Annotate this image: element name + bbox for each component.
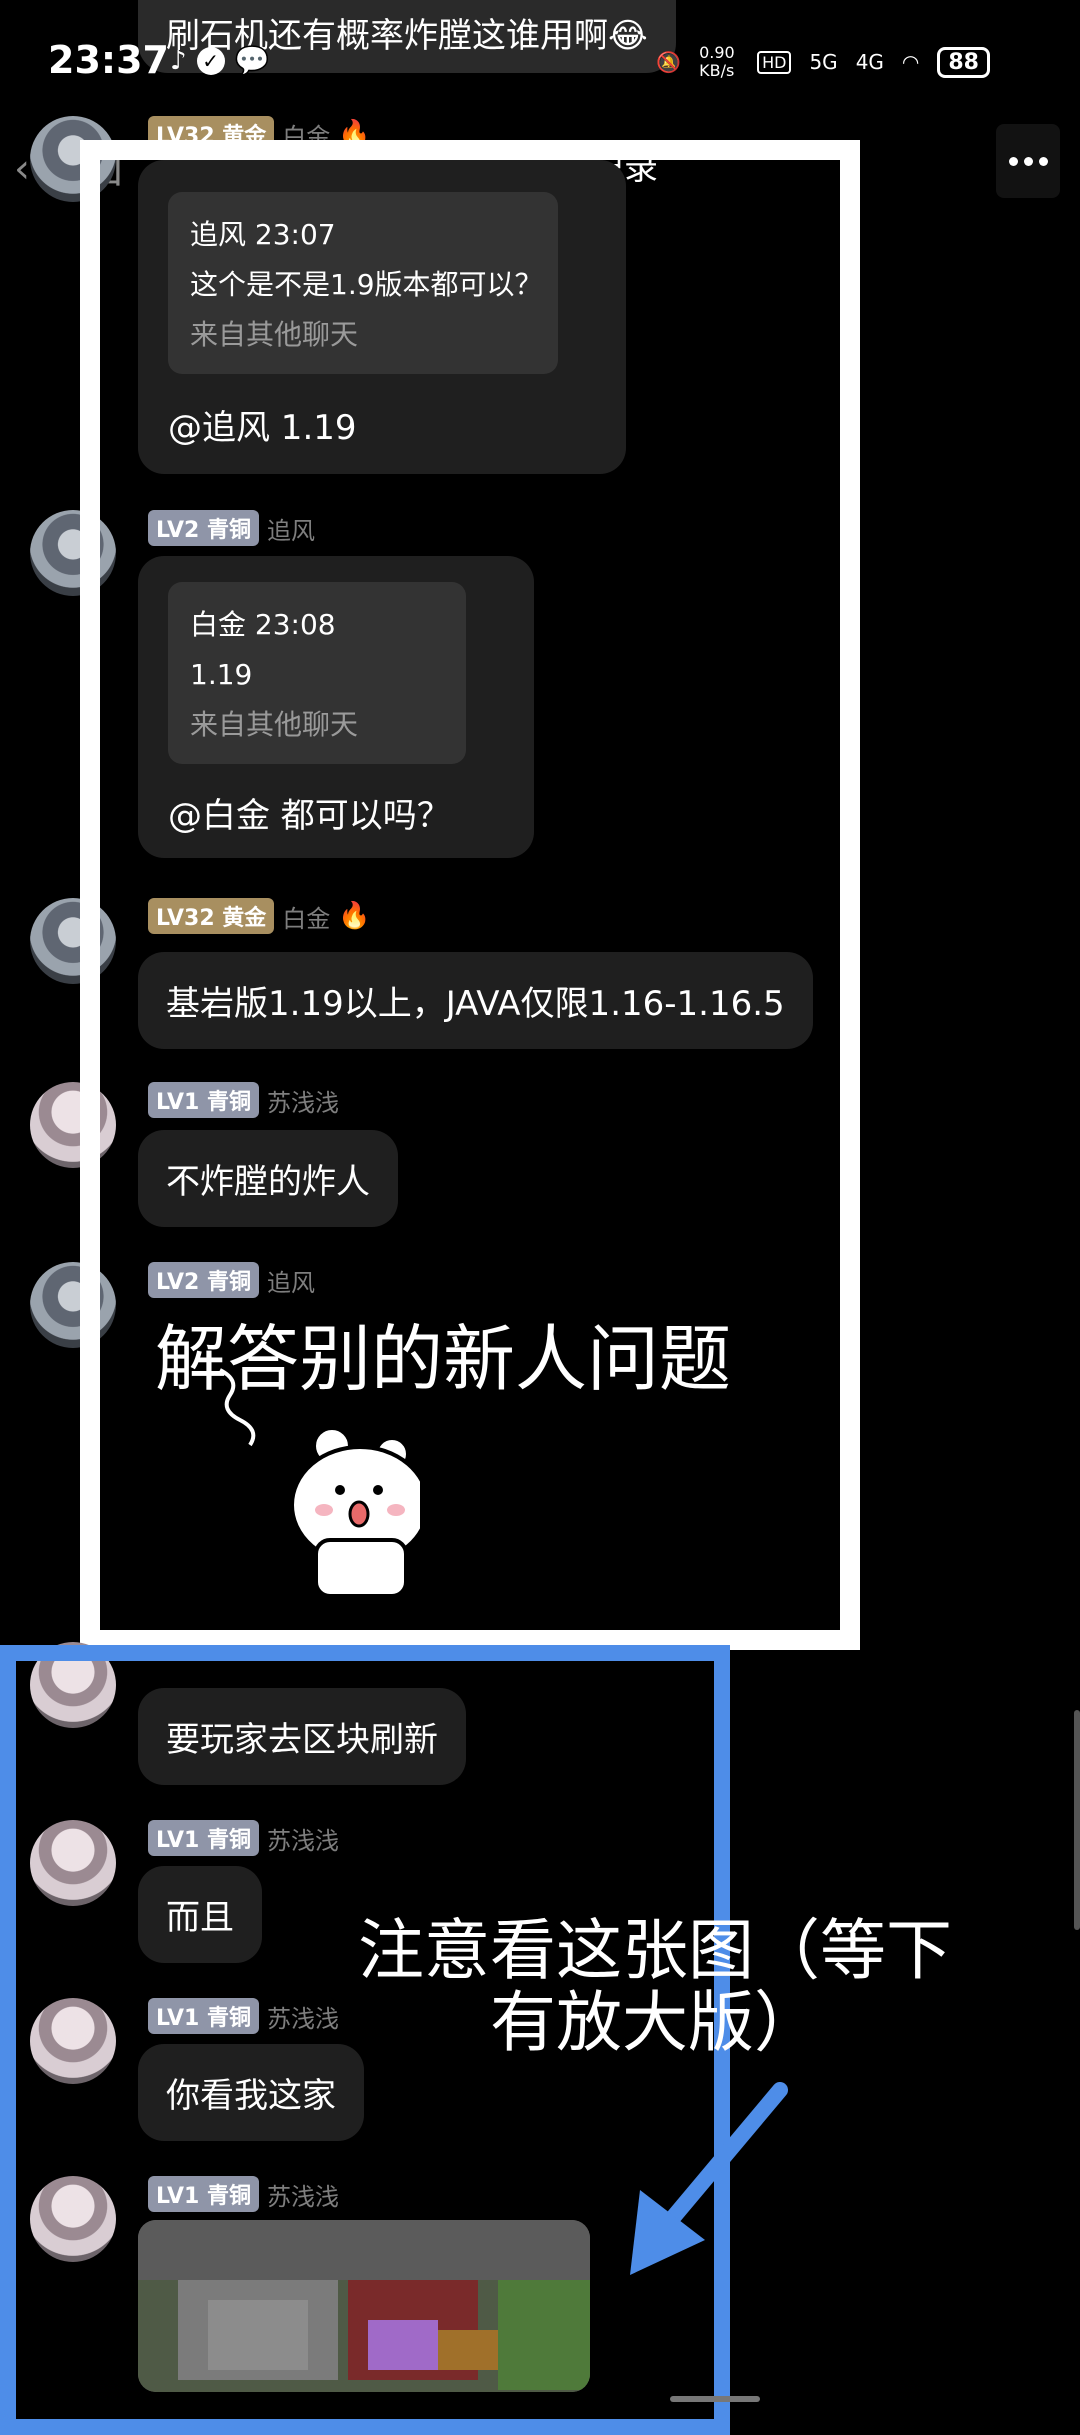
dot-icon xyxy=(1038,156,1048,166)
home-indicator[interactable] xyxy=(670,2396,760,2402)
more-options-button[interactable] xyxy=(996,124,1060,198)
wifi-icon: ◠ xyxy=(901,50,920,74)
annotation-note-line2: 有放大版） xyxy=(490,1984,820,2061)
battery-indicator: 88 xyxy=(937,46,990,78)
net-4g: 4G xyxy=(855,50,884,74)
tiktok-icon: ♪ xyxy=(170,45,187,76)
dot-icon xyxy=(1008,156,1018,166)
scrollbar[interactable] xyxy=(1074,1710,1080,1930)
status-time: 23:37 xyxy=(48,38,169,82)
annotation-arrow-icon xyxy=(630,2082,788,2275)
hd-icon: HD xyxy=(757,50,792,74)
status-app-icons: ♪ ✓ 💬 xyxy=(170,44,269,77)
net-5g: 5G xyxy=(809,50,838,74)
annotation-note: 解答别的新人问题 xyxy=(155,1317,732,1401)
annotation-frame-white xyxy=(80,140,860,1650)
chat-icon: 💬 xyxy=(234,44,270,77)
net-speed: 0.90 KB/s xyxy=(699,43,735,80)
annotation-note-line1: 注意看这张图（等下 xyxy=(358,1912,952,1989)
annotation-note-2: 注意看这张图（等下 有放大版） xyxy=(300,1915,1010,2059)
dot-icon xyxy=(1023,156,1033,166)
status-indicators: 🔕 0.90 KB/s HD 5G 4G ◠ 88 xyxy=(656,44,990,80)
check-icon: ✓ xyxy=(196,46,225,75)
mute-icon: 🔕 xyxy=(656,50,682,74)
